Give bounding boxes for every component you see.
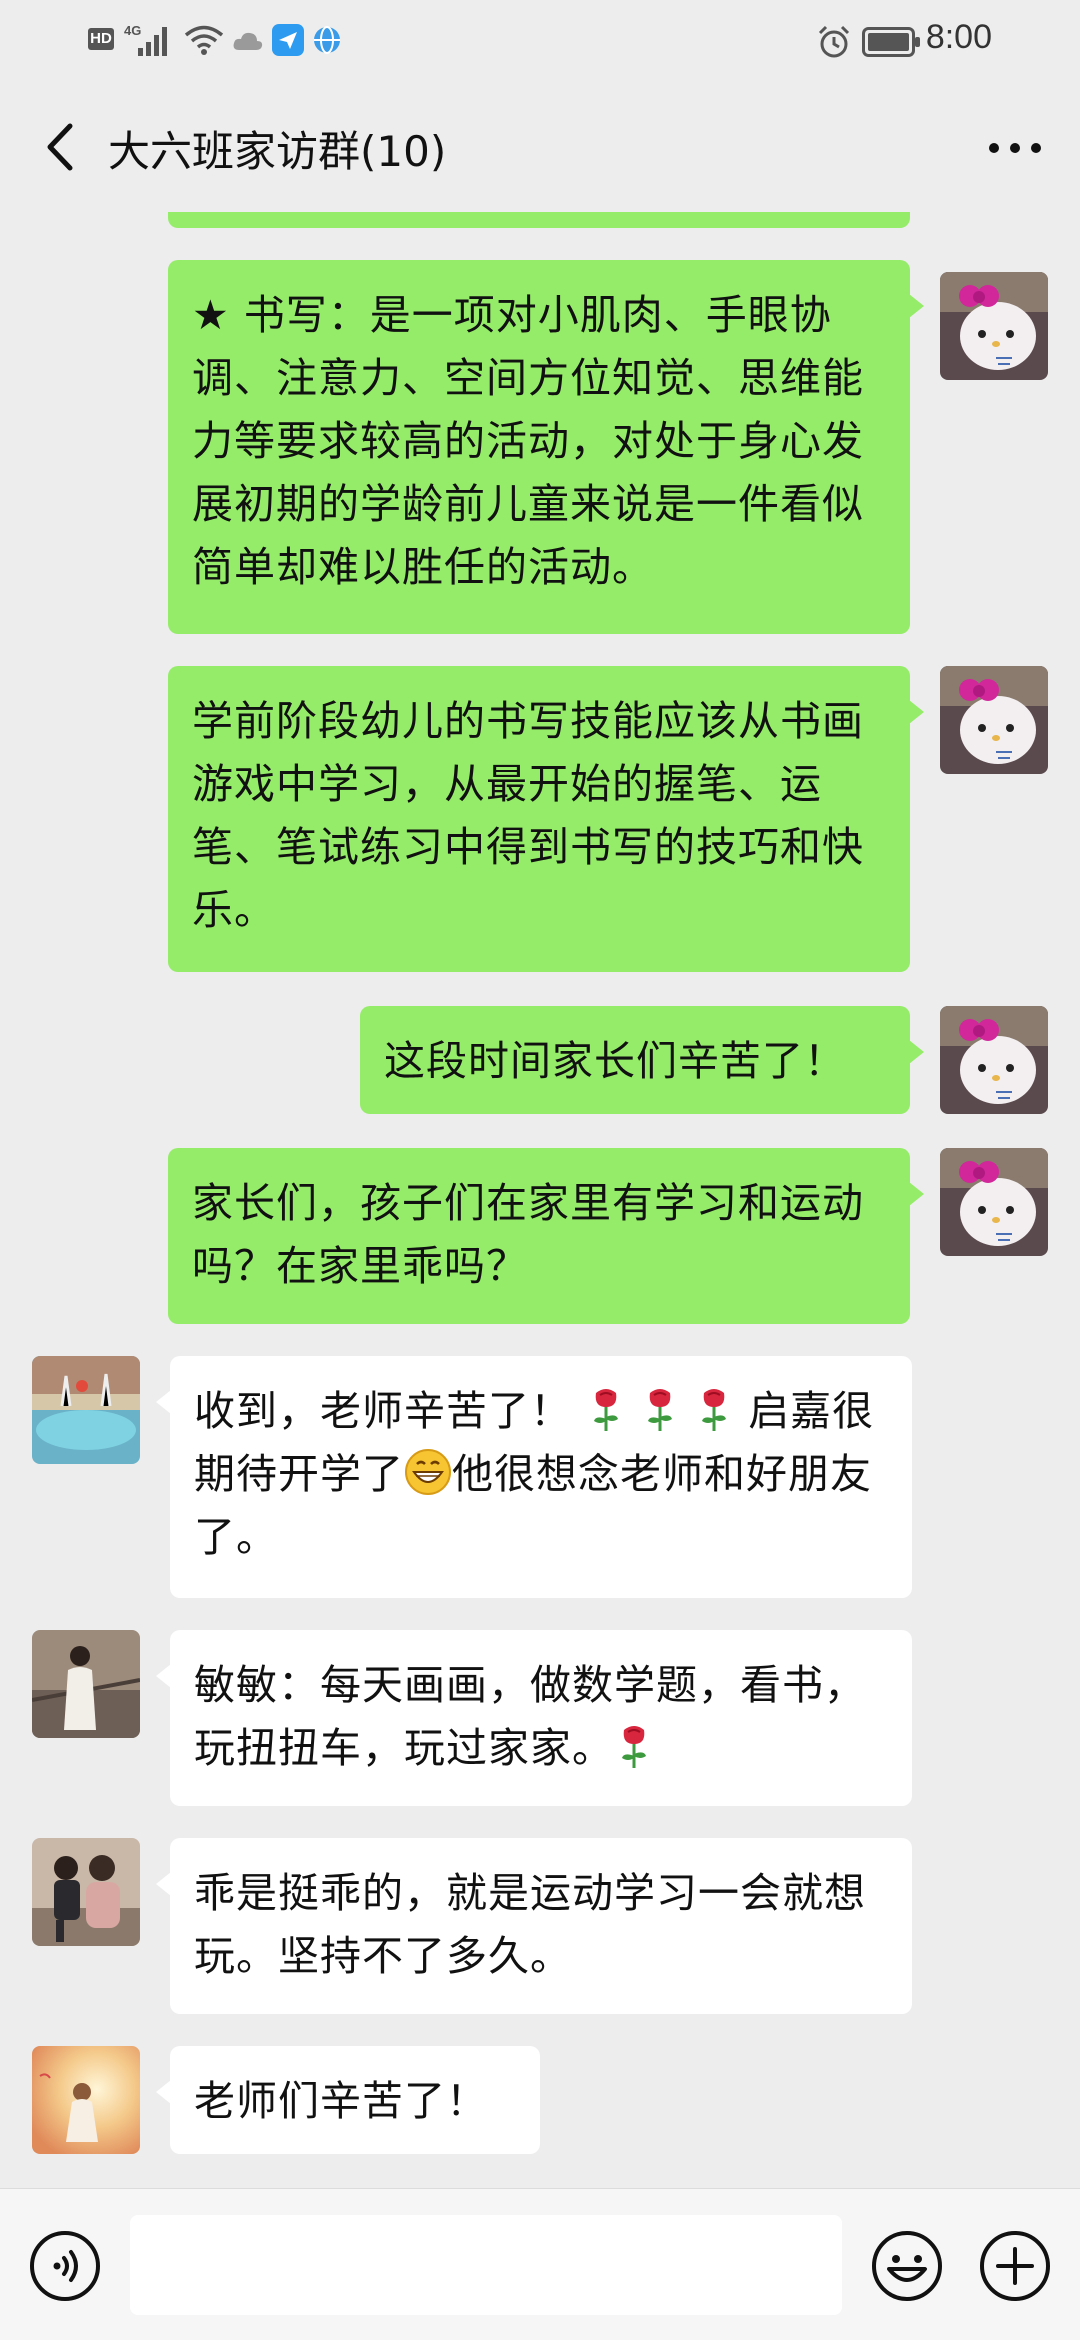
message-text: 乖是挺乖的，就是运动学习一会就想玩。坚持不了多久。 <box>194 1869 866 1980</box>
status-time: 8:00 <box>925 18 992 56</box>
hello-kitty-avatar[interactable] <box>940 1006 1048 1114</box>
message-bubble[interactable]: 乖是挺乖的，就是运动学习一会就想玩。坚持不了多久。 <box>156 1838 912 2014</box>
chat-header: 大六班家访群(10) <box>0 82 1080 212</box>
message-bubble[interactable]: 这段时间家长们辛苦了！ <box>360 1006 924 1114</box>
emoji-button[interactable] <box>870 2229 944 2303</box>
input-bar <box>0 2188 1080 2340</box>
rose-icon <box>594 1389 619 1431</box>
emoji-icon <box>872 2231 942 2301</box>
message-text: 学前阶段幼儿的书写技能应该从书画游戏中学习，从最开始的握笔、运笔、笔试练习中得到… <box>192 697 864 934</box>
message-bubble[interactable]: 收到，老师辛苦了！ 启嘉很期待开学了 他很想念老师和好朋友了。 <box>156 1356 912 1598</box>
message-bubble[interactable]: 学前阶段幼儿的书写技能应该从书画游戏中学习，从最开始的握笔、运笔、笔试练习中得到… <box>168 666 924 972</box>
wifi-icon <box>184 25 224 55</box>
message-bubble[interactable]: 敏敏：每天画画，做数学题，看书，玩扭扭车，玩过家家。 <box>156 1630 912 1806</box>
back-button[interactable] <box>28 112 98 182</box>
rose-icon <box>648 1389 673 1431</box>
rose-icon <box>622 1726 646 1768</box>
message-bubble[interactable]: 家长们，孩子们在家里有学习和运动吗？在家里乖吗？ <box>168 1148 924 1324</box>
message-text: ★ 书写：是一项对小肌肉、手眼协调、注意力、空间方位知觉、思维能力等要求较高的活… <box>192 291 864 591</box>
message-text: 敏敏：每天画画，做数学题，看书，玩扭扭车，玩过家家。 <box>194 1661 866 1772</box>
message-text-part1: 收到，老师辛苦了！ <box>194 1387 572 1435</box>
cloud-icon <box>233 32 263 50</box>
message-text: 这段时间家长们辛苦了！ <box>384 1037 846 1085</box>
battery-icon <box>862 27 920 57</box>
browser-icon <box>314 26 340 54</box>
chat-screen: HD 4G 8:00 大六班家访群(10) ★ 书写：是一项对小肌肉、手眼协调、… <box>0 0 1080 2340</box>
signal-icon: 4G <box>124 23 167 56</box>
message-bubble[interactable]: 老师们辛苦了！ <box>156 2046 540 2154</box>
message-list[interactable]: ★ 书写：是一项对小肌肉、手眼协调、注意力、空间方位知觉、思维能力等要求较高的活… <box>0 212 1080 2188</box>
message-bubble[interactable]: ★ 书写：是一项对小肌肉、手眼协调、注意力、空间方位知觉、思维能力等要求较高的活… <box>168 260 924 634</box>
message-input[interactable] <box>130 2215 842 2315</box>
hello-kitty-avatar[interactable] <box>940 666 1048 774</box>
grinning-face-icon <box>405 1449 451 1495</box>
hd-icon: HD <box>88 28 114 50</box>
alarm-icon <box>818 25 850 58</box>
voice-button[interactable] <box>28 2229 102 2303</box>
sunset-girl-avatar[interactable] <box>32 2046 140 2154</box>
fountain-photo-avatar[interactable] <box>32 1356 140 1464</box>
more-dots-icon <box>989 143 1041 153</box>
partial-message-bubble <box>168 212 910 228</box>
app-notification-icon <box>272 24 304 56</box>
voice-icon <box>30 2231 100 2301</box>
chevron-left-icon <box>47 123 73 171</box>
status-bar: HD 4G 8:00 <box>0 0 1080 82</box>
plus-circle-icon <box>980 2231 1050 2301</box>
chat-title: 大六班家访群(10) <box>108 127 447 176</box>
message-text: 家长们，孩子们在家里有学习和运动吗？在家里乖吗？ <box>192 1179 864 1290</box>
hello-kitty-avatar[interactable] <box>940 272 1048 380</box>
message-text: 老师们辛苦了！ <box>194 2077 488 2125</box>
two-children-avatar[interactable] <box>32 1838 140 1946</box>
hello-kitty-avatar[interactable] <box>940 1148 1048 1256</box>
rose-icon <box>702 1389 727 1431</box>
more-button[interactable] <box>980 118 1050 178</box>
network-label: 4G <box>124 23 141 38</box>
woman-portrait-avatar[interactable] <box>32 1630 140 1738</box>
plus-button[interactable] <box>978 2229 1052 2303</box>
